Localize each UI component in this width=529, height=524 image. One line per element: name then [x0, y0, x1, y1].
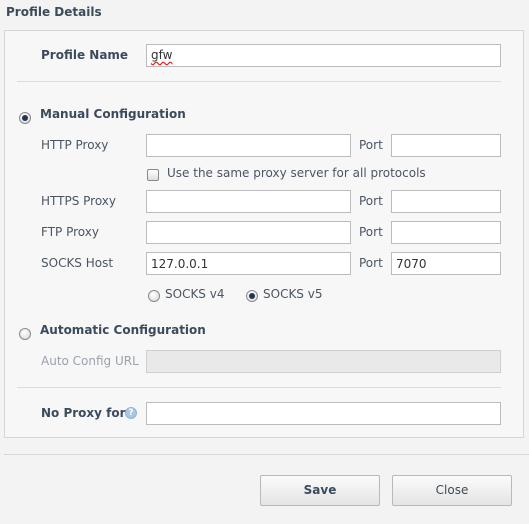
- ftp-proxy-label: FTP Proxy: [41, 225, 99, 239]
- profile-name-label: Profile Name: [41, 48, 129, 62]
- https-proxy-label: HTTPS Proxy: [41, 194, 117, 208]
- profile-name-input[interactable]: [146, 44, 501, 67]
- https-port-input[interactable]: [391, 190, 501, 213]
- auto-config-label: Automatic Configuration: [40, 323, 206, 337]
- socks-port-input[interactable]: [391, 252, 501, 275]
- auto-config-url-input[interactable]: [146, 350, 501, 373]
- footer-divider: [4, 454, 529, 455]
- socks-v4-radio[interactable]: [148, 290, 160, 302]
- no-proxy-input[interactable]: [146, 402, 501, 425]
- http-port-label: Port: [359, 138, 383, 152]
- socks-v5-label: SOCKS v5: [263, 287, 323, 301]
- same-proxy-label: Use the same proxy server for all protoc…: [167, 166, 426, 180]
- socks-v5-radio[interactable]: [246, 290, 258, 302]
- ftp-port-label: Port: [359, 225, 383, 239]
- socks-port-label: Port: [359, 256, 383, 270]
- help-icon[interactable]: ?: [125, 407, 137, 419]
- ftp-proxy-input[interactable]: [146, 221, 351, 244]
- manual-config-radio[interactable]: [19, 112, 31, 124]
- socks-v4-label: SOCKS v4: [165, 287, 225, 301]
- https-port-label: Port: [359, 194, 383, 208]
- http-port-input[interactable]: [391, 134, 501, 157]
- auto-config-radio[interactable]: [19, 328, 31, 340]
- radio-selected-dot: [249, 293, 255, 299]
- divider: [17, 387, 501, 388]
- http-proxy-label: HTTP Proxy: [41, 138, 109, 152]
- http-proxy-input[interactable]: [146, 134, 351, 157]
- save-button[interactable]: Save: [260, 475, 380, 506]
- radio-selected-dot: [22, 115, 28, 121]
- same-proxy-checkbox[interactable]: [147, 169, 159, 181]
- manual-config-label: Manual Configuration: [40, 107, 186, 121]
- socks-host-input[interactable]: [146, 252, 351, 275]
- divider: [17, 81, 501, 82]
- auto-config-url-label: Auto Config URL: [41, 354, 139, 368]
- https-proxy-input[interactable]: [146, 190, 351, 213]
- page-title: Profile Details: [6, 5, 102, 19]
- ftp-port-input[interactable]: [391, 221, 501, 244]
- close-button[interactable]: Close: [392, 475, 512, 506]
- socks-host-label: SOCKS Host: [41, 256, 114, 270]
- no-proxy-label: No Proxy for: [41, 406, 126, 420]
